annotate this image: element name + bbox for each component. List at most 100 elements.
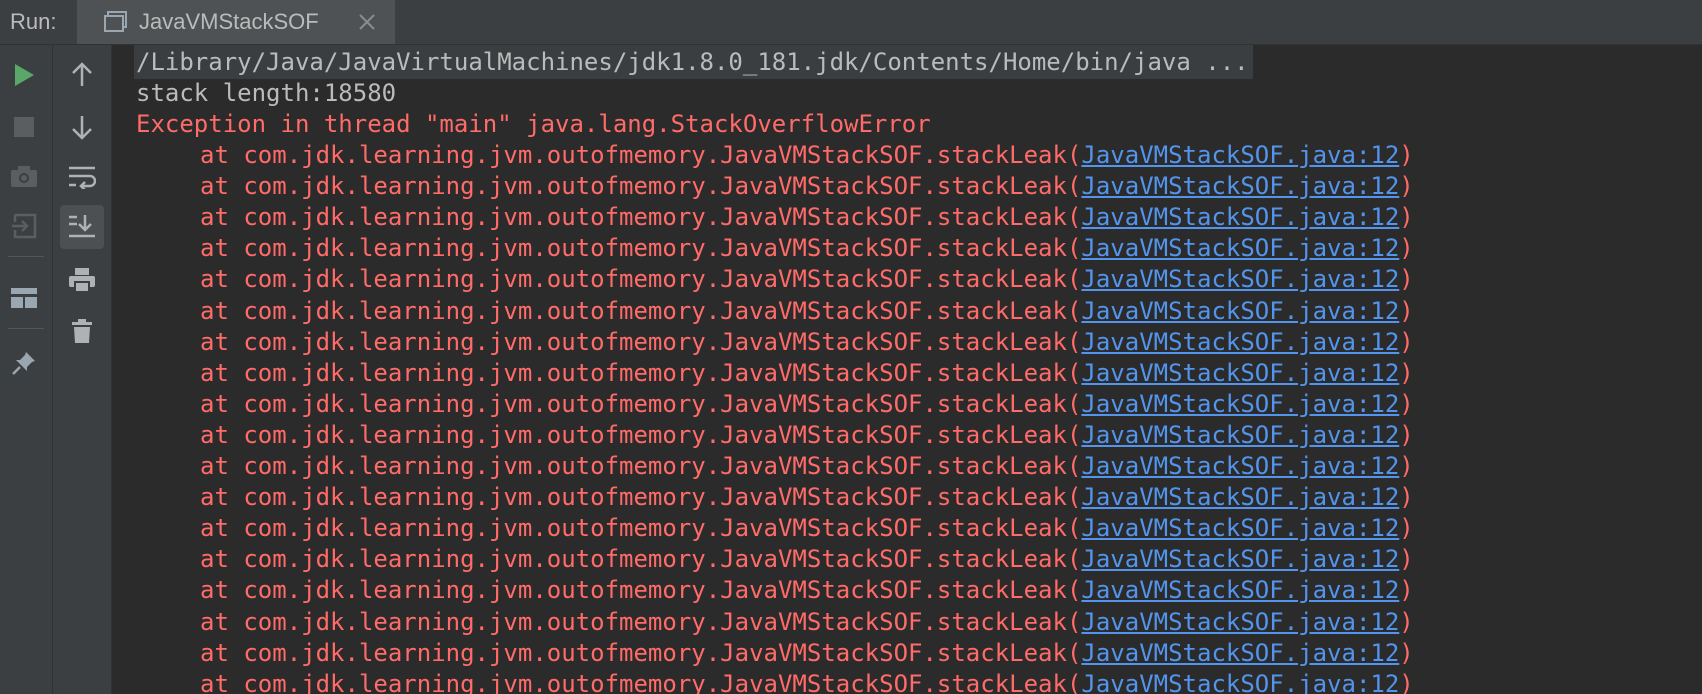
source-link[interactable]: JavaVMStackSOF.java:12: [1081, 297, 1399, 325]
tab-javavmstacksof[interactable]: JavaVMStackSOF: [77, 0, 395, 44]
source-link[interactable]: JavaVMStackSOF.java:12: [1081, 452, 1399, 480]
stack-frame-text: at com.jdk.learning.jvm.outofmemory.Java…: [200, 638, 1082, 667]
stack-trace-line: at com.jdk.learning.jvm.outofmemory.Java…: [200, 325, 1414, 359]
stack-trace-line: at com.jdk.learning.jvm.outofmemory.Java…: [200, 138, 1414, 172]
stack-frame-text: at com.jdk.learning.jvm.outofmemory.Java…: [200, 389, 1082, 418]
layout-button[interactable]: [6, 280, 42, 316]
stack-frame-suffix: ): [1399, 327, 1414, 356]
source-link[interactable]: JavaVMStackSOF.java:12: [1081, 172, 1399, 200]
stack-frame-text: at com.jdk.learning.jvm.outofmemory.Java…: [200, 483, 1082, 512]
stack-trace-line: at com.jdk.learning.jvm.outofmemory.Java…: [200, 605, 1414, 639]
stack-frame-text: at com.jdk.learning.jvm.outofmemory.Java…: [200, 327, 1082, 356]
soft-wrap-button[interactable]: [64, 159, 100, 195]
source-link[interactable]: JavaVMStackSOF.java:12: [1081, 576, 1399, 604]
stack-frame-text: at com.jdk.learning.jvm.outofmemory.Java…: [200, 669, 1082, 694]
stack-frame-text: at com.jdk.learning.jvm.outofmemory.Java…: [200, 172, 1082, 201]
stack-frame-suffix: ): [1399, 483, 1414, 512]
stack-trace-line: at com.jdk.learning.jvm.outofmemory.Java…: [200, 262, 1414, 296]
stack-frame-suffix: ): [1399, 514, 1414, 543]
layout-icon: [10, 287, 38, 309]
source-link[interactable]: JavaVMStackSOF.java:12: [1081, 390, 1399, 418]
stack-frame-text: at com.jdk.learning.jvm.outofmemory.Java…: [200, 452, 1082, 480]
stack-trace-line: at com.jdk.learning.jvm.outofmemory.Java…: [200, 573, 1414, 607]
soft-wrap-icon: [68, 165, 96, 189]
print-icon: [68, 267, 96, 293]
down-button[interactable]: [64, 109, 100, 145]
run-toolwindow-header: Run: JavaVMStackSOF: [0, 0, 1702, 45]
stack-trace-line: at com.jdk.learning.jvm.outofmemory.Java…: [200, 667, 1414, 694]
source-link[interactable]: JavaVMStackSOF.java:12: [1081, 141, 1399, 169]
stack-frame-suffix: ): [1399, 203, 1414, 232]
source-link[interactable]: JavaVMStackSOF.java:12: [1081, 670, 1399, 694]
pin-icon: [11, 350, 37, 376]
stack-frame-suffix: ): [1399, 296, 1414, 325]
stack-frame-text: at com.jdk.learning.jvm.outofmemory.Java…: [200, 576, 1082, 605]
thread-dump-button[interactable]: [6, 158, 42, 194]
stack-frame-text: at com.jdk.learning.jvm.outofmemory.Java…: [200, 141, 1082, 169]
run-icon: [12, 62, 36, 88]
stack-frame-suffix: ): [1399, 141, 1414, 169]
run-label: Run:: [10, 9, 57, 34]
source-link[interactable]: JavaVMStackSOF.java:12: [1081, 359, 1399, 387]
console-output[interactable]: /Library/Java/JavaVirtualMachines/jdk1.8…: [112, 45, 1702, 694]
source-link[interactable]: JavaVMStackSOF.java:12: [1081, 203, 1399, 231]
up-button[interactable]: [64, 57, 100, 93]
pin-button[interactable]: [6, 345, 42, 381]
stack-trace-line: at com.jdk.learning.jvm.outofmemory.Java…: [200, 387, 1414, 421]
arrow-up-icon: [71, 62, 93, 88]
stack-frame-text: at com.jdk.learning.jvm.outofmemory.Java…: [200, 234, 1082, 263]
run-toolbar: [0, 45, 112, 694]
command-line: /Library/Java/JavaVirtualMachines/jdk1.8…: [134, 45, 1253, 79]
console-icon: [104, 11, 128, 33]
clear-all-button[interactable]: [64, 313, 100, 349]
stack-frame-suffix: ): [1399, 358, 1414, 387]
stdout-line: stack length:18580: [136, 79, 397, 107]
stack-trace-line: at com.jdk.learning.jvm.outofmemory.Java…: [200, 231, 1414, 265]
source-link[interactable]: JavaVMStackSOF.java:12: [1081, 421, 1399, 449]
source-link[interactable]: JavaVMStackSOF.java:12: [1081, 234, 1399, 262]
stack-trace-line: at com.jdk.learning.jvm.outofmemory.Java…: [200, 636, 1414, 670]
stack-trace-line: at com.jdk.learning.jvm.outofmemory.Java…: [200, 449, 1414, 483]
stack-frame-suffix: ): [1399, 452, 1414, 480]
stack-frame-suffix: ): [1399, 576, 1414, 605]
stack-trace-line: at com.jdk.learning.jvm.outofmemory.Java…: [200, 294, 1414, 328]
close-icon[interactable]: [356, 11, 378, 33]
scroll-to-end-icon: [68, 214, 96, 240]
source-link[interactable]: JavaVMStackSOF.java:12: [1081, 545, 1399, 573]
source-link[interactable]: JavaVMStackSOF.java:12: [1081, 608, 1399, 636]
source-link[interactable]: JavaVMStackSOF.java:12: [1081, 483, 1399, 511]
source-link[interactable]: JavaVMStackSOF.java:12: [1081, 639, 1399, 667]
run-button[interactable]: [6, 57, 42, 93]
tab-label: JavaVMStackSOF: [139, 9, 319, 34]
trash-icon: [71, 318, 93, 344]
source-link[interactable]: JavaVMStackSOF.java:12: [1081, 265, 1399, 293]
scroll-to-end-button[interactable]: [60, 205, 104, 249]
stop-icon: [13, 116, 35, 138]
stop-button[interactable]: [6, 109, 42, 145]
stack-trace-line: at com.jdk.learning.jvm.outofmemory.Java…: [200, 418, 1414, 452]
arrow-down-icon: [71, 114, 93, 140]
stack-frame-text: at com.jdk.learning.jvm.outofmemory.Java…: [200, 203, 1082, 232]
restore-layout-button[interactable]: [6, 208, 42, 244]
stack-frame-text: at com.jdk.learning.jvm.outofmemory.Java…: [200, 514, 1082, 543]
login-icon: [11, 213, 37, 239]
source-link[interactable]: JavaVMStackSOF.java:12: [1081, 514, 1399, 542]
toolbar-separator: [8, 328, 44, 329]
print-button[interactable]: [64, 262, 100, 298]
stack-trace-line: at com.jdk.learning.jvm.outofmemory.Java…: [200, 480, 1414, 514]
source-link[interactable]: JavaVMStackSOF.java:12: [1081, 328, 1399, 356]
stack-frame-suffix: ): [1399, 420, 1414, 449]
stack-frame-suffix: ): [1399, 607, 1414, 636]
exception-line: Exception in thread "main" java.lang.Sta…: [136, 110, 931, 138]
stack-frame-text: at com.jdk.learning.jvm.outofmemory.Java…: [200, 265, 1082, 294]
stack-frame-text: at com.jdk.learning.jvm.outofmemory.Java…: [200, 296, 1082, 325]
stack-frame-suffix: ): [1399, 638, 1414, 667]
stack-frame-suffix: ): [1399, 234, 1414, 263]
toolbar-divider: [52, 45, 53, 694]
stack-frame-suffix: ): [1399, 265, 1414, 294]
stack-frame-text: at com.jdk.learning.jvm.outofmemory.Java…: [200, 607, 1082, 636]
stack-frame-suffix: ): [1399, 389, 1414, 418]
toolbar-separator: [8, 256, 44, 257]
stack-trace-line: at com.jdk.learning.jvm.outofmemory.Java…: [200, 356, 1414, 390]
stack-frame-text: at com.jdk.learning.jvm.outofmemory.Java…: [200, 420, 1082, 449]
